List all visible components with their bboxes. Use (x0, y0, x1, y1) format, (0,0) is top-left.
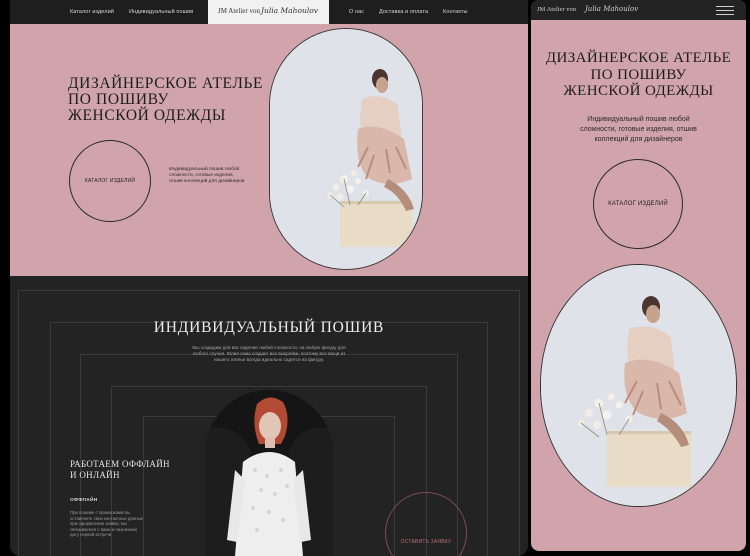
hamburger-icon[interactable] (716, 5, 734, 15)
offline-description: При пошиве с примерками вы оставляете св… (70, 510, 144, 538)
leave-request-label: ОСТАВИТЬ ЗАЯВКУ (400, 539, 452, 545)
mobile-hero-description: Индивидуальный пошив любой сложности, го… (580, 116, 697, 143)
hero-photo (269, 28, 423, 270)
catalog-button-label: КАТАЛОГ ИЗДЕЛИЙ (84, 178, 136, 184)
mobile-catalog-button-label: КАТАЛОГ ИЗДЕЛИЙ (608, 201, 668, 207)
mobile-hero-photo (540, 264, 737, 507)
top-nav: Каталог изделий Индивидуальный пошив JM … (10, 0, 528, 24)
model-photo (205, 390, 333, 556)
mobile-header: JM Atelier von Julia Mahoulov (531, 0, 746, 20)
individual-section: ИНДИВИДУАЛЬНЫЙ ПОШИВ Мы создадим для вас… (10, 276, 528, 556)
mobile-hero-title: ДИЗАЙНЕРСКОЕ АТЕЛЬЕ ПО ПОШИВУ ЖЕНСКОЙ ОД… (545, 50, 732, 99)
offline-label: ОФФЛАЙН (70, 498, 98, 503)
catalog-button[interactable]: КАТАЛОГ ИЗДЕЛИЙ (69, 140, 151, 222)
nav-link-catalog[interactable]: Каталог изделий (70, 9, 114, 15)
hero-title: ДИЗАЙНЕРСКОЕ АТЕЛЬЕ ПО ПОШИВУ ЖЕНСКОЙ ОД… (68, 75, 264, 124)
mobile-logo-text[interactable]: JM Atelier von (537, 6, 576, 13)
logo-signature: Julia Mahoulov (261, 6, 318, 15)
individual-title: ИНДИВИДУАЛЬНЫЙ ПОШИВ (153, 319, 385, 336)
individual-description: Мы создадим для вас изделие любой сложно… (192, 345, 346, 362)
hero-section: ДИЗАЙНЕРСКОЕ АТЕЛЬЕ ПО ПОШИВУ ЖЕНСКОЙ ОД… (10, 24, 528, 276)
mobile-logo-signature: Julia Mahoulov (585, 5, 639, 13)
desktop-preview: Каталог изделий Индивидуальный пошив JM … (10, 0, 528, 556)
nav-link-contacts[interactable]: Контакты (443, 9, 468, 15)
hero-description: Индивидуальный пошив любой сложности, го… (169, 167, 245, 184)
logo-text: JM Atelier von (218, 7, 260, 15)
mobile-preview: JM Atelier von Julia Mahoulov ДИЗАЙНЕРСК… (531, 0, 746, 551)
work-title: РАБОТАЕМ ОФФЛАЙН И ОНЛАЙН (70, 459, 170, 480)
nav-link-about[interactable]: О нас (349, 9, 364, 15)
nav-link-delivery[interactable]: Доставка и оплата (379, 9, 428, 15)
mobile-catalog-button[interactable]: КАТАЛОГ ИЗДЕЛИЙ (593, 159, 683, 249)
logo[interactable]: JM Atelier von Julia Mahoulov (208, 0, 329, 24)
nav-link-individual[interactable]: Индивидуальный пошив (129, 9, 193, 15)
